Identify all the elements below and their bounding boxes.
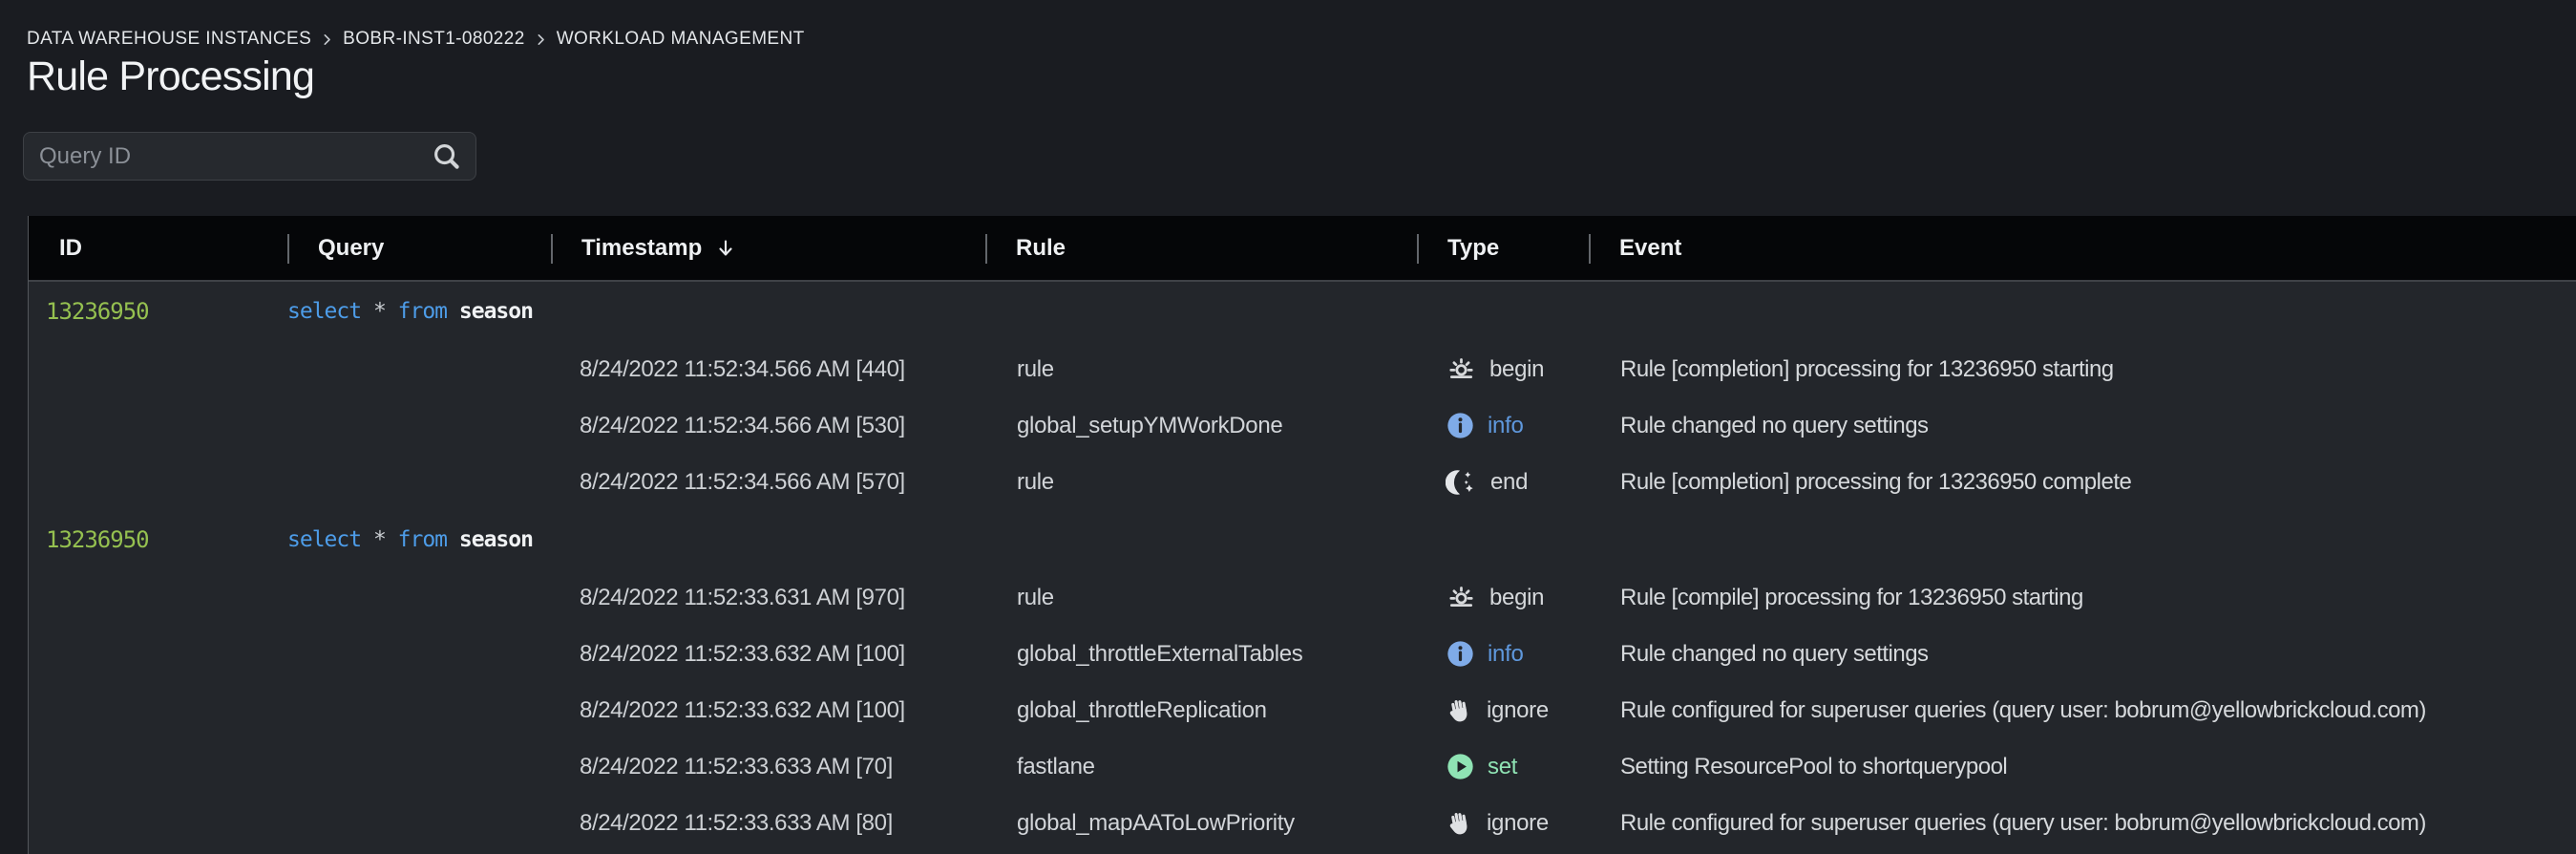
sql-token-operator: * xyxy=(361,299,398,324)
search-icon[interactable] xyxy=(431,140,462,172)
table-header-row: ID Query Timestamp Rule Type Event xyxy=(29,216,2576,282)
event-cell: Setting ResourcePool to shortquerypool xyxy=(1589,754,2576,780)
type-label: begin xyxy=(1489,356,1544,383)
rule-event-row: 8/24/2022 11:52:34.566 AM [530]global_se… xyxy=(29,397,2576,454)
breadcrumb: DATA WAREHOUSE INSTANCES BOBR-INST1-0802… xyxy=(27,29,805,50)
sql-token-keyword: select xyxy=(287,299,361,324)
event-cell: Rule configured for superuser queries (q… xyxy=(1589,810,2576,837)
query-id-search xyxy=(23,132,476,181)
timestamp-cell: 8/24/2022 11:52:34.566 AM [570] xyxy=(551,469,985,496)
play-icon xyxy=(1446,752,1475,781)
query-group-row: 13236950select * from season xyxy=(29,510,2576,569)
timestamp-cell: 8/24/2022 11:52:33.633 AM [80] xyxy=(551,810,985,837)
rule-cell: global_throttleExternalTables xyxy=(985,641,1417,668)
breadcrumb-item-instance[interactable]: BOBR-INST1-080222 xyxy=(343,29,525,50)
breadcrumb-item-workload-management[interactable]: WORKLOAD MANAGEMENT xyxy=(557,29,805,50)
query-id[interactable]: 13236950 xyxy=(29,526,287,553)
chevron-right-icon xyxy=(534,32,548,47)
type-label: ignore xyxy=(1487,810,1549,837)
event-cell: Rule changed no query settings xyxy=(1589,641,2576,668)
rule-cell: global_setupYMWorkDone xyxy=(985,413,1417,439)
event-cell: Rule [completion] processing for 1323695… xyxy=(1589,356,2576,383)
rule-cell: rule xyxy=(985,585,1417,611)
sql-token-identifier: season xyxy=(447,299,533,324)
type-label: info xyxy=(1488,413,1524,439)
column-header-rule[interactable]: Rule xyxy=(985,216,1417,280)
type-cell: ignore xyxy=(1417,695,1589,726)
event-cell: Rule [compile] processing for 13236950 s… xyxy=(1589,585,2576,611)
column-header-id[interactable]: ID xyxy=(29,216,287,280)
type-cell: end xyxy=(1417,467,1589,498)
type-cell: info xyxy=(1417,411,1589,440)
type-cell: begin xyxy=(1417,353,1589,385)
rule-event-row: 8/24/2022 11:52:34.566 AM [440]rule begin… xyxy=(29,341,2576,397)
rule-event-row: 8/24/2022 11:52:33.633 AM [80]global_map… xyxy=(29,795,2576,851)
column-header-timestamp[interactable]: Timestamp xyxy=(551,216,985,280)
timestamp-cell: 8/24/2022 11:52:33.631 AM [970] xyxy=(551,585,985,611)
sunrise-icon xyxy=(1446,582,1477,613)
type-cell: begin xyxy=(1417,582,1589,613)
table-body: 13236950select * from season8/24/2022 11… xyxy=(29,282,2576,851)
query-sql: select * from season xyxy=(287,527,1589,552)
column-header-query[interactable]: Query xyxy=(287,216,551,280)
type-cell: set xyxy=(1417,752,1589,781)
event-cell: Rule configured for superuser queries (q… xyxy=(1589,697,2576,724)
rule-cell: global_throttleReplication xyxy=(985,697,1417,724)
rule-cell: global_mapAAToLowPriority xyxy=(985,810,1417,837)
type-label: set xyxy=(1488,754,1517,780)
rule-event-row: 8/24/2022 11:52:33.632 AM [100]global_th… xyxy=(29,626,2576,682)
type-cell: info xyxy=(1417,639,1589,669)
rule-cell: rule xyxy=(985,469,1417,496)
rule-cell: rule xyxy=(985,356,1417,383)
type-label: begin xyxy=(1489,585,1544,611)
column-header-event[interactable]: Event xyxy=(1589,216,2576,280)
chevron-right-icon xyxy=(320,32,334,47)
column-header-type[interactable]: Type xyxy=(1417,216,1589,280)
hand-icon xyxy=(1446,695,1474,726)
event-cell: Rule changed no query settings xyxy=(1589,413,2576,439)
event-cell: Rule [completion] processing for 1323695… xyxy=(1589,469,2576,496)
timestamp-cell: 8/24/2022 11:52:33.632 AM [100] xyxy=(551,697,985,724)
arrow-down-icon xyxy=(715,238,736,259)
query-sql: select * from season xyxy=(287,299,1589,324)
timestamp-cell: 8/24/2022 11:52:33.632 AM [100] xyxy=(551,641,985,668)
timestamp-cell: 8/24/2022 11:52:34.566 AM [530] xyxy=(551,413,985,439)
sql-token-operator: * xyxy=(361,527,398,552)
query-group-row: 13236950select * from season xyxy=(29,282,2576,341)
type-label: info xyxy=(1488,641,1524,668)
rule-event-row: 8/24/2022 11:52:33.632 AM [100]global_th… xyxy=(29,682,2576,738)
rule-event-row: 8/24/2022 11:52:33.633 AM [70]fastlane se… xyxy=(29,738,2576,795)
type-cell: ignore xyxy=(1417,808,1589,839)
rule-processing-table: ID Query Timestamp Rule Type Event 13236… xyxy=(28,216,2576,854)
sql-token-keyword: select xyxy=(287,527,361,552)
page-title: Rule Processing xyxy=(27,53,314,100)
info-icon xyxy=(1446,639,1475,669)
type-label: end xyxy=(1490,469,1528,496)
rule-cell: fastlane xyxy=(985,754,1417,780)
info-icon xyxy=(1446,411,1475,440)
moon-icon xyxy=(1446,467,1478,498)
timestamp-cell: 8/24/2022 11:52:33.633 AM [70] xyxy=(551,754,985,780)
rule-event-row: 8/24/2022 11:52:34.566 AM [570]rule end Ru… xyxy=(29,454,2576,510)
breadcrumb-item-data-warehouse-instances[interactable]: DATA WAREHOUSE INSTANCES xyxy=(27,29,311,50)
rule-event-row: 8/24/2022 11:52:33.631 AM [970]rule begin… xyxy=(29,569,2576,626)
search-input[interactable] xyxy=(39,143,431,170)
sql-token-keyword: from xyxy=(398,299,447,324)
sunrise-icon xyxy=(1446,353,1477,385)
timestamp-cell: 8/24/2022 11:52:34.566 AM [440] xyxy=(551,356,985,383)
sql-token-keyword: from xyxy=(398,527,447,552)
hand-icon xyxy=(1446,808,1474,839)
query-id[interactable]: 13236950 xyxy=(29,298,287,325)
type-label: ignore xyxy=(1487,697,1549,724)
sql-token-identifier: season xyxy=(447,527,533,552)
